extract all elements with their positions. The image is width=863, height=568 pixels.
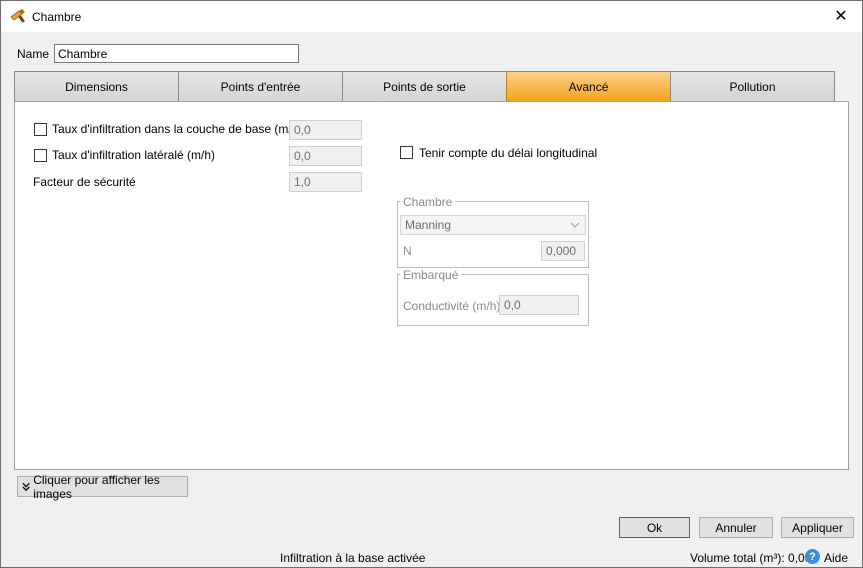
name-label: Name bbox=[17, 47, 50, 61]
title-bar: Chambre ✕ bbox=[1, 1, 862, 32]
lateral-infiltration-checkbox[interactable] bbox=[34, 149, 47, 162]
base-infiltration-field[interactable]: 0,0 bbox=[289, 120, 362, 140]
name-input[interactable]: Chambre bbox=[54, 44, 299, 63]
chambre-group: Chambre Manning N 0,000 bbox=[397, 195, 589, 268]
n-label: N bbox=[403, 244, 412, 258]
close-icon: ✕ bbox=[834, 8, 848, 25]
conductivity-field[interactable]: 0,0 bbox=[499, 295, 579, 315]
window-title: Chambre bbox=[32, 10, 82, 24]
tab-entry-points[interactable]: Points d'entrée bbox=[178, 71, 342, 102]
method-select-value: Manning bbox=[405, 218, 452, 232]
method-select[interactable]: Manning bbox=[400, 215, 586, 235]
help-link[interactable]: Aide bbox=[824, 551, 848, 565]
lateral-infiltration-field[interactable]: 0,0 bbox=[289, 146, 362, 166]
embarque-group: Embarqué Conductivité (m/h) 0,0 bbox=[397, 268, 589, 326]
dialog-window: Chambre ✕ Name Chambre Dimensions Points… bbox=[0, 0, 863, 568]
hammer-icon bbox=[10, 9, 25, 23]
tab-exit-points[interactable]: Points de sortie bbox=[342, 71, 506, 102]
lateral-infiltration-label: Taux d'infiltration latéralé (m/h) bbox=[52, 148, 216, 162]
base-infiltration-checkbox[interactable] bbox=[34, 123, 47, 136]
advanced-panel: Taux d'infiltration dans la couche de ba… bbox=[14, 101, 849, 470]
safety-factor-field[interactable]: 1,0 bbox=[289, 172, 362, 192]
safety-factor-label: Facteur de sécurité bbox=[33, 175, 136, 189]
tab-bar: Dimensions Points d'entrée Points de sor… bbox=[14, 71, 835, 102]
show-images-label: Cliquer pour afficher les images bbox=[33, 472, 160, 501]
chevron-down-icon bbox=[570, 222, 580, 228]
tab-advanced[interactable]: Avancé bbox=[506, 71, 670, 102]
close-button[interactable]: ✕ bbox=[820, 1, 862, 31]
total-volume: Volume total (m³): 0,000 bbox=[690, 551, 819, 565]
base-infiltration-label: Taux d'infiltration dans la couche de ba… bbox=[52, 122, 303, 136]
tab-dimensions[interactable]: Dimensions bbox=[14, 71, 178, 102]
help-icon[interactable]: ? bbox=[805, 549, 820, 564]
double-chevron-down-icon bbox=[22, 482, 30, 491]
apply-button[interactable]: Appliquer bbox=[781, 517, 854, 538]
longitudinal-delay-checkbox[interactable] bbox=[400, 146, 413, 159]
conductivity-label: Conductivité (m/h) bbox=[403, 299, 501, 313]
chambre-group-title: Chambre bbox=[400, 195, 456, 209]
n-field[interactable]: 0,000 bbox=[541, 241, 585, 261]
longitudinal-delay-label: Tenir compte du délai longitudinal bbox=[419, 146, 598, 160]
show-images-button[interactable]: Cliquer pour afficher les images bbox=[17, 473, 188, 501]
cancel-button[interactable]: Annuler bbox=[699, 517, 773, 538]
tab-pollution[interactable]: Pollution bbox=[670, 71, 835, 102]
status-message: Infiltration à la base activée bbox=[280, 551, 426, 565]
ok-button[interactable]: Ok bbox=[619, 517, 690, 538]
embarque-group-title: Embarqué bbox=[400, 268, 462, 282]
